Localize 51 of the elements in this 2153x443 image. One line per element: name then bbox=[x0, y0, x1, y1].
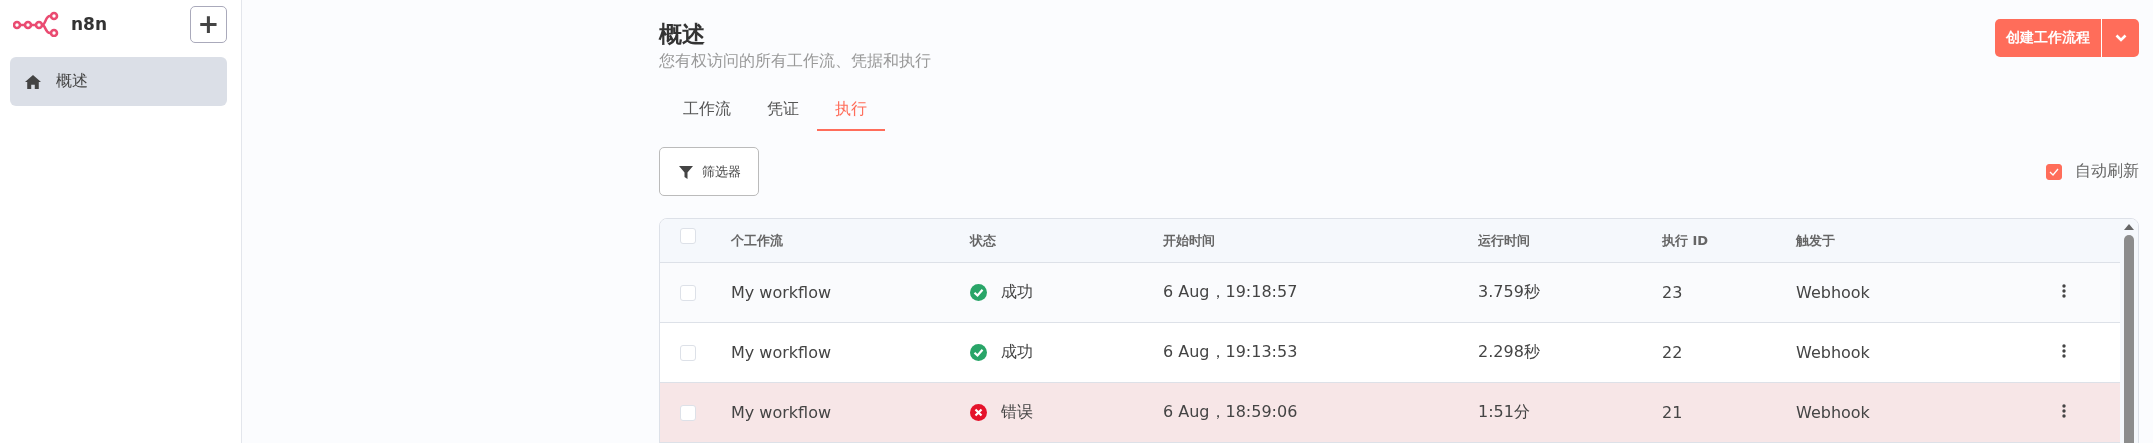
status-text: 成功 bbox=[1001, 282, 1033, 303]
column-header: 运行时间 bbox=[1478, 233, 1530, 248]
filter-icon bbox=[677, 163, 694, 180]
row-checkbox[interactable] bbox=[680, 404, 696, 421]
filter-button[interactable]: 筛选器 bbox=[659, 147, 759, 196]
column-header: 个工作流 bbox=[731, 233, 783, 248]
execution-id: 21 bbox=[1662, 403, 1683, 422]
auto-refresh-checkbox[interactable] bbox=[2046, 163, 2062, 180]
status-text: 成功 bbox=[1001, 342, 1033, 363]
run-time: 3.759秒 bbox=[1478, 282, 1540, 301]
status-text: 错误 bbox=[1001, 402, 1033, 423]
home-icon bbox=[24, 73, 42, 90]
auto-refresh-label: 自动刷新 bbox=[2075, 161, 2139, 182]
trigger-name: Webhook bbox=[1796, 343, 1870, 362]
select-all-checkbox[interactable] bbox=[680, 228, 696, 244]
trigger-name: Webhook bbox=[1796, 283, 1870, 302]
run-time: 2.298秒 bbox=[1478, 342, 1540, 361]
start-time: 6 Aug，18:59:06 bbox=[1163, 402, 1298, 421]
column-header: 状态 bbox=[970, 233, 996, 248]
column-header: 执行 ID bbox=[1662, 233, 1709, 248]
tab[interactable]: 凭证 bbox=[749, 99, 817, 131]
logo-icon bbox=[13, 11, 61, 37]
workflow-name: My workflow bbox=[731, 283, 832, 302]
execution-id: 23 bbox=[1662, 283, 1683, 302]
success-icon bbox=[970, 344, 987, 361]
start-time: 6 Aug，19:13:53 bbox=[1163, 342, 1298, 361]
run-time: 1:51分 bbox=[1478, 402, 1530, 421]
workflow-name: My workflow bbox=[731, 403, 832, 422]
execution-id: 22 bbox=[1662, 343, 1683, 362]
more-icon[interactable] bbox=[2062, 284, 2066, 298]
workflow-name: My workflow bbox=[731, 343, 832, 362]
more-icon[interactable] bbox=[2062, 344, 2066, 358]
chevron-down-icon bbox=[2114, 34, 2127, 42]
scrollbar[interactable] bbox=[2120, 219, 2138, 443]
row-checkbox[interactable] bbox=[680, 284, 696, 301]
start-time: 6 Aug，19:18:57 bbox=[1163, 282, 1298, 301]
tab[interactable]: 工作流 bbox=[665, 99, 749, 131]
brand-name: n8n bbox=[71, 14, 109, 34]
column-header: 触发于 bbox=[1796, 233, 1835, 248]
add-button[interactable]: + bbox=[190, 5, 227, 43]
error-icon bbox=[970, 404, 987, 421]
success-icon bbox=[970, 284, 987, 301]
page-title: 概述 bbox=[659, 20, 706, 49]
scroll-up-icon[interactable] bbox=[2123, 223, 2135, 231]
page-subtitle: 您有权访问的所有工作流、凭据和执行 bbox=[659, 51, 931, 72]
row-checkbox[interactable] bbox=[680, 344, 696, 361]
more-icon[interactable] bbox=[2062, 404, 2066, 418]
sidebar-item[interactable]: 概述 bbox=[10, 57, 227, 106]
trigger-name: Webhook bbox=[1796, 403, 1870, 422]
column-header: 开始时间 bbox=[1163, 233, 1215, 248]
check-icon bbox=[2049, 167, 2059, 176]
